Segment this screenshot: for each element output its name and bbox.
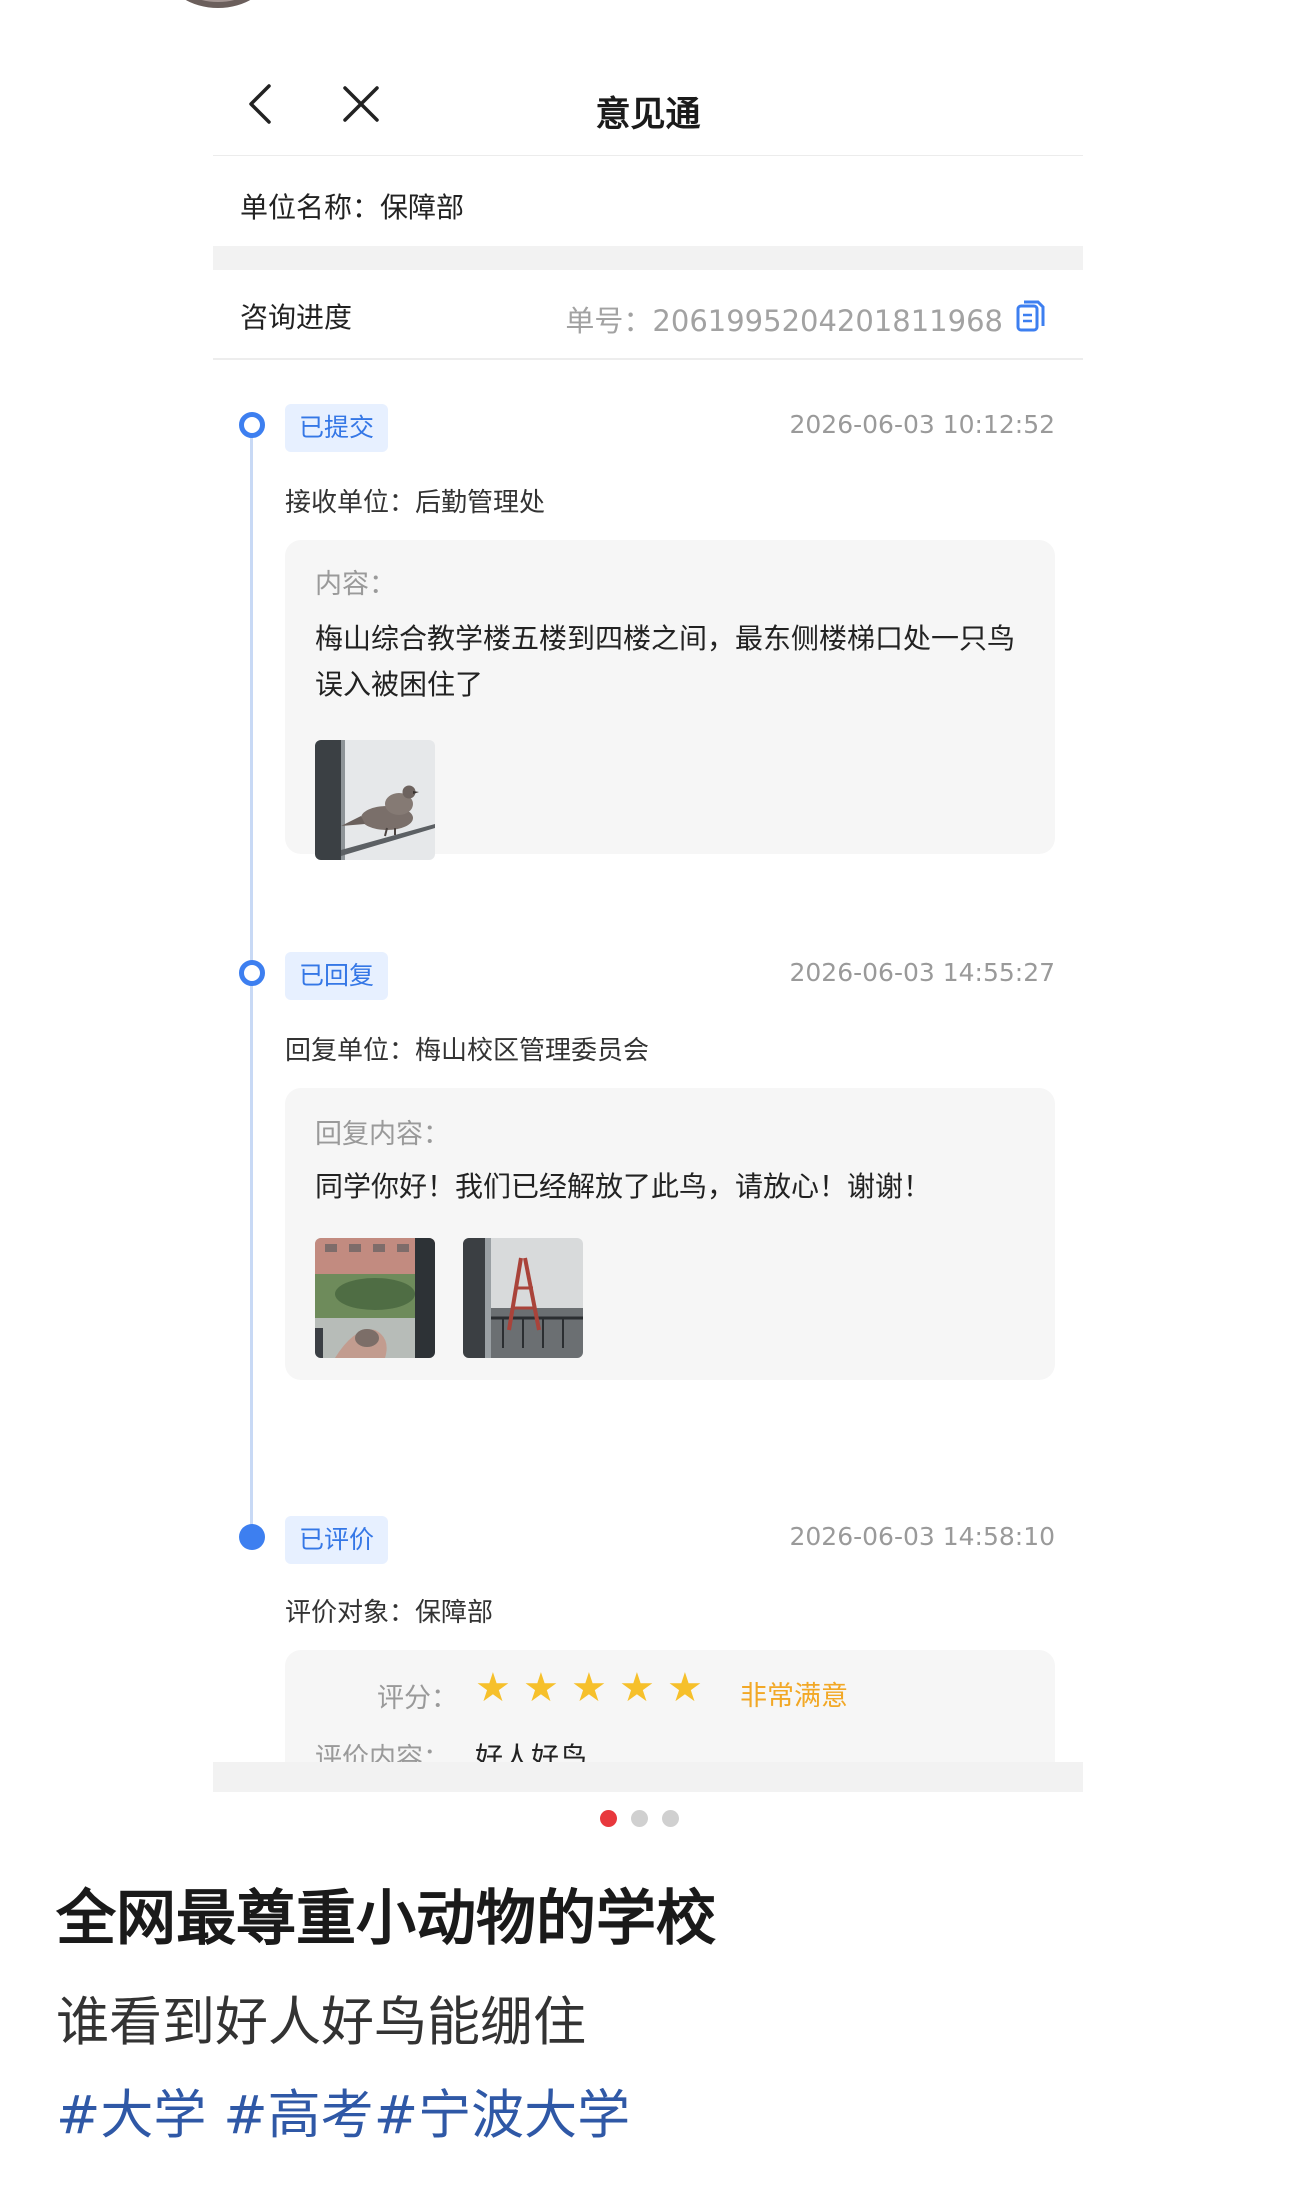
copy-icon[interactable] bbox=[1015, 300, 1045, 334]
star-icon: ★ bbox=[571, 1665, 607, 1711]
section-divider bbox=[213, 246, 1083, 270]
reply-unit: 回复单位：梅山校区管理委员会 bbox=[285, 1036, 650, 1066]
hashtag-link[interactable]: #大学 bbox=[56, 2073, 223, 2149]
page-title: 意见通 bbox=[595, 95, 701, 135]
timestamp: 2026-06-03 14:55:27 bbox=[789, 958, 1055, 987]
receiving-unit: 接收单位：后勤管理处 bbox=[285, 488, 546, 518]
star-icon: ★ bbox=[619, 1665, 655, 1711]
unit-row: 单位名称：保障部 bbox=[213, 156, 1083, 246]
evaluation-target: 评价对象：保障部 bbox=[285, 1598, 494, 1628]
reply-label: 回复内容： bbox=[315, 1119, 450, 1150]
pager-dot[interactable] bbox=[662, 1810, 679, 1827]
timeline-dot bbox=[239, 960, 265, 986]
image-pager[interactable] bbox=[600, 1810, 679, 1827]
star-icon: ★ bbox=[667, 1665, 703, 1711]
star-icon: ★ bbox=[475, 1665, 511, 1711]
photo-bird[interactable] bbox=[315, 740, 435, 860]
progress-header: 咨询进度 单号：2061995204201811968 bbox=[213, 270, 1083, 360]
reply-text: 同学你好！我们已经解放了此鸟，请放心！谢谢！ bbox=[315, 1170, 932, 1203]
post-title: 全网最尊重小动物的学校 bbox=[56, 1884, 716, 1954]
post-body: 谁看到好人好鸟能绷住 bbox=[56, 1992, 586, 2053]
timestamp: 2026-06-03 14:58:10 bbox=[789, 1522, 1055, 1551]
pager-dot[interactable] bbox=[631, 1810, 648, 1827]
star-rating: ★ ★ ★ ★ ★ bbox=[475, 1665, 703, 1711]
reply-box: 回复内容： 同学你好！我们已经解放了此鸟，请放心！谢谢！ bbox=[285, 1088, 1055, 1380]
section-divider bbox=[213, 1762, 1083, 1792]
avatar[interactable] bbox=[168, 0, 268, 8]
hashtag-list: #大学 #高考 #宁波大学 bbox=[56, 2073, 630, 2149]
score-label: 评分： bbox=[377, 1683, 458, 1714]
content-text: 梅山综合教学楼五楼到四楼之间，最东侧楼梯口处一只鸟误入被困住了 bbox=[315, 622, 1016, 701]
hashtag-link[interactable]: #高考 bbox=[223, 2073, 373, 2149]
unit-name: 单位名称：保障部 bbox=[240, 191, 465, 224]
timeline-dot bbox=[239, 412, 265, 438]
photo-stairwell[interactable] bbox=[463, 1238, 583, 1358]
photo-release[interactable] bbox=[315, 1238, 435, 1358]
content-box: 内容： 梅山综合教学楼五楼到四楼之间，最东侧楼梯口处一只鸟误入被困住了 bbox=[285, 540, 1055, 860]
rating-text: 非常满意 bbox=[740, 1681, 848, 1712]
status-badge: 已提交 bbox=[285, 404, 389, 452]
screenshot-card: 意见通 单位名称：保障部 咨询进度 单号：2061995204201811968… bbox=[213, 50, 1083, 1792]
pager-dot[interactable] bbox=[600, 1810, 617, 1827]
status-badge: 已回复 bbox=[285, 952, 389, 1000]
status-badge: 已评价 bbox=[285, 1516, 389, 1564]
nav-bar: 意见通 bbox=[213, 50, 1083, 156]
order-number: 单号：2061995204201811968 bbox=[565, 304, 1003, 338]
content-label: 内容： bbox=[315, 569, 396, 600]
hashtag-link[interactable]: #宁波大学 bbox=[374, 2073, 630, 2149]
timeline-dot bbox=[239, 1524, 265, 1550]
timestamp: 2026-06-03 10:12:52 bbox=[789, 410, 1055, 439]
progress-label: 咨询进度 bbox=[240, 301, 353, 334]
star-icon: ★ bbox=[523, 1665, 559, 1711]
